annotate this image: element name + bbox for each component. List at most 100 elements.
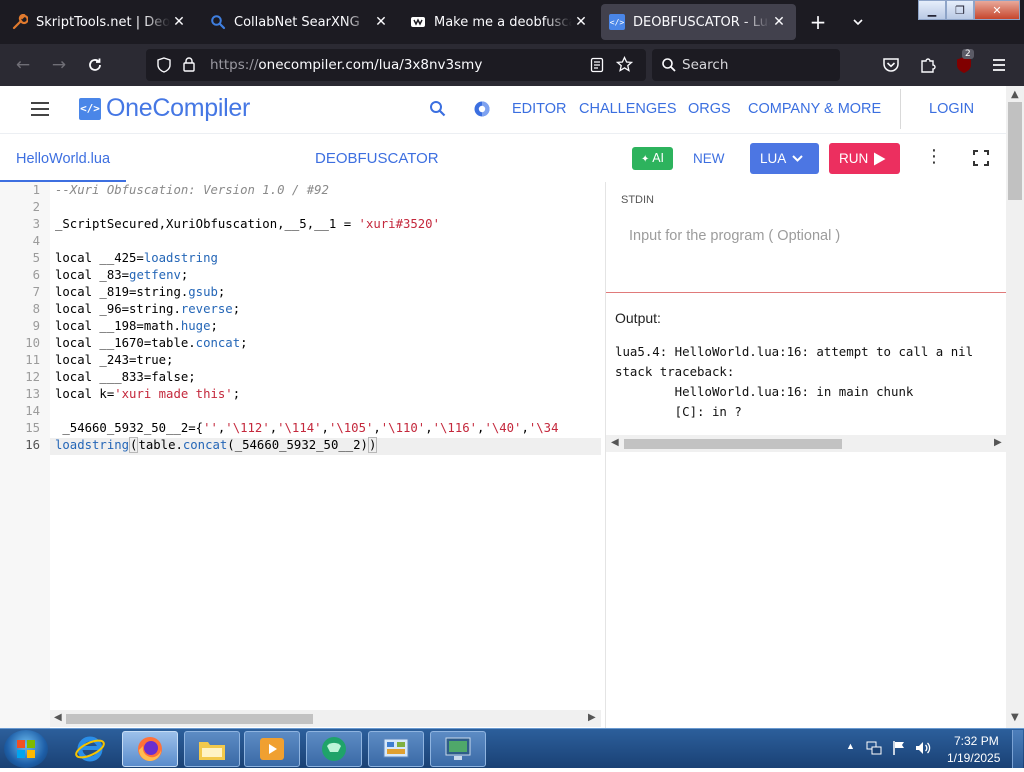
scrollbar-thumb[interactable]	[624, 439, 842, 449]
close-tab-icon[interactable]: ✕	[770, 14, 788, 30]
clock-time[interactable]: 7:32 PM	[954, 734, 999, 748]
forward-icon[interactable]: →	[46, 52, 72, 78]
more-options-icon[interactable]: ⋮	[925, 148, 943, 168]
show-desktop-button[interactable]	[1012, 730, 1023, 768]
code-line[interactable]: local k='xuri made this';	[55, 387, 240, 401]
windows-taskbar: ▲ 7:32 PM 1/19/2025	[0, 728, 1024, 768]
network-icon[interactable]	[866, 740, 882, 759]
code-line[interactable]: local __198=math.huge;	[55, 319, 218, 333]
show-hidden-icons[interactable]: ▲	[846, 741, 855, 751]
stdin-input[interactable]: Input for the program ( Optional )	[629, 228, 840, 244]
browser-tab-active[interactable]: </> DEOBFUSCATOR - Lua - Or ✕	[601, 4, 796, 40]
site-logo[interactable]: OneCompiler	[106, 94, 250, 123]
scroll-left-icon[interactable]: ◀	[611, 437, 619, 448]
sparkle-icon: ✦	[641, 154, 650, 165]
editor-horizontal-scrollbar[interactable]: ◀ ▶	[50, 710, 601, 727]
reload-icon[interactable]	[82, 52, 108, 78]
line-number: 2	[32, 200, 40, 214]
browser-tab[interactable]: Make me a deobfuscator o ✕	[402, 4, 598, 40]
minimize-icon[interactable]: ▁	[918, 0, 946, 20]
action-center-flag-icon[interactable]	[892, 740, 906, 759]
file-explorer-icon[interactable]	[184, 731, 240, 767]
code-line[interactable]: local _96=string.reverse;	[55, 302, 240, 316]
line-number: 12	[25, 370, 40, 384]
fullscreen-icon[interactable]	[972, 149, 990, 167]
code-line[interactable]: local __1670=table.concat;	[55, 336, 248, 350]
chevron-down-icon	[791, 143, 804, 176]
header-divider	[900, 89, 901, 129]
close-tab-icon[interactable]: ✕	[572, 14, 590, 30]
nav-challenges[interactable]: CHALLENGES	[579, 101, 677, 117]
remote-desktop-icon[interactable]	[430, 731, 486, 767]
code-line[interactable]: --Xuri Obfuscation: Version 1.0 / #92	[55, 183, 329, 197]
file-tab[interactable]: HelloWorld.lua	[0, 134, 126, 182]
extensions-icon[interactable]	[918, 55, 938, 79]
io-panel: STDIN Input for the program ( Optional )…	[605, 182, 1007, 728]
control-panel-icon[interactable]	[368, 731, 424, 767]
back-icon[interactable]: ←	[10, 52, 36, 78]
code-line[interactable]: local ___833=false;	[55, 370, 196, 384]
search-icon[interactable]	[429, 100, 446, 121]
line-number: 1	[32, 183, 40, 197]
scrollbar-thumb[interactable]	[66, 714, 313, 724]
media-player-icon[interactable]	[244, 731, 300, 767]
pocket-icon[interactable]	[882, 56, 900, 78]
wrench-icon	[12, 14, 28, 30]
line-number: 14	[25, 404, 40, 418]
nav-orgs[interactable]: ORGS	[688, 101, 731, 117]
shield-icon[interactable]	[156, 57, 172, 77]
start-button[interactable]	[4, 730, 48, 768]
hamburger-icon[interactable]	[30, 100, 50, 122]
code-line[interactable]: _54660_5932_50__2={'','\112','\114','\10…	[55, 421, 558, 435]
code-line[interactable]: _ScriptSecured,XuriObfuscation,__5,__1 =…	[55, 217, 440, 231]
scrollbar-thumb[interactable]	[1008, 102, 1022, 200]
tab-title: SkriptTools.net | Deobfusca	[36, 14, 170, 30]
firefox-taskbar-icon[interactable]	[122, 731, 178, 767]
nav-company-more[interactable]: COMPANY & MORE	[748, 101, 881, 117]
run-button[interactable]: RUN	[829, 143, 900, 174]
new-button[interactable]: NEW	[693, 151, 725, 166]
language-select[interactable]: LUA	[750, 143, 819, 174]
volume-icon[interactable]	[914, 740, 932, 759]
code-line[interactable]: local _819=string.gsub;	[55, 285, 225, 299]
url-text: https://onecompiler.com/lua/3x8nv3smy	[210, 57, 483, 73]
code-line[interactable]: local _243=true;	[55, 353, 173, 367]
page-vertical-scrollbar[interactable]: ▲ ▼	[1006, 86, 1024, 728]
project-title[interactable]: DEOBFUSCATOR	[315, 150, 439, 167]
login-link[interactable]: LOGIN	[929, 101, 974, 117]
app-sphere-icon[interactable]	[306, 731, 362, 767]
bookmark-star-icon[interactable]	[615, 55, 634, 77]
ai-button[interactable]: ✦ AI	[632, 147, 673, 170]
close-tab-icon[interactable]: ✕	[372, 14, 390, 30]
nav-editor[interactable]: EDITOR	[512, 101, 567, 117]
code-editor[interactable]: 1 2 3 4 5 6 7 8 9 10 11 12 13 14 15 16 --Xuri Obfuscati…	[0, 182, 601, 728]
close-tab-icon[interactable]: ✕	[170, 14, 188, 30]
browser-tab[interactable]: SkriptTools.net | Deobfusca ✕	[4, 4, 196, 40]
play-icon	[873, 143, 886, 177]
browser-tab[interactable]: CollabNet SearXNG ✕	[202, 4, 398, 40]
ublock-icon[interactable]: 2	[954, 49, 974, 75]
address-bar[interactable]: https://onecompiler.com/lua/3x8nv3smy	[146, 49, 646, 81]
restore-icon[interactable]: ❐	[946, 0, 974, 20]
logo-icon[interactable]: </>	[79, 98, 101, 120]
output-line: lua5.4: HelloWorld.lua:16: attempt to ca…	[615, 344, 974, 359]
theme-toggle-icon[interactable]	[472, 99, 492, 123]
code-line[interactable]: local __425=loadstring	[55, 251, 218, 265]
output-horizontal-scrollbar[interactable]: ◀ ▶	[606, 435, 1007, 452]
clock-date[interactable]: 1/19/2025	[947, 751, 1000, 765]
new-tab-icon[interactable]: +	[806, 8, 830, 36]
menu-icon[interactable]	[990, 56, 1008, 78]
scroll-right-icon[interactable]: ▶	[994, 437, 1002, 448]
scroll-left-icon[interactable]: ◀	[54, 712, 62, 723]
lock-icon[interactable]	[182, 56, 196, 76]
code-line[interactable]: local _83=getfenv;	[55, 268, 188, 282]
scroll-up-icon[interactable]: ▲	[1011, 89, 1019, 100]
code-line[interactable]: loadstring(table.concat(_54660_5932_50__…	[55, 437, 378, 453]
internet-explorer-icon[interactable]	[62, 731, 118, 767]
scroll-right-icon[interactable]: ▶	[588, 712, 596, 723]
close-window-icon[interactable]: ✕	[974, 0, 1020, 20]
search-bar[interactable]: Search	[652, 49, 840, 81]
scroll-down-icon[interactable]: ▼	[1011, 712, 1019, 723]
reader-view-icon[interactable]	[590, 57, 604, 77]
chevron-down-icon[interactable]	[846, 8, 870, 36]
